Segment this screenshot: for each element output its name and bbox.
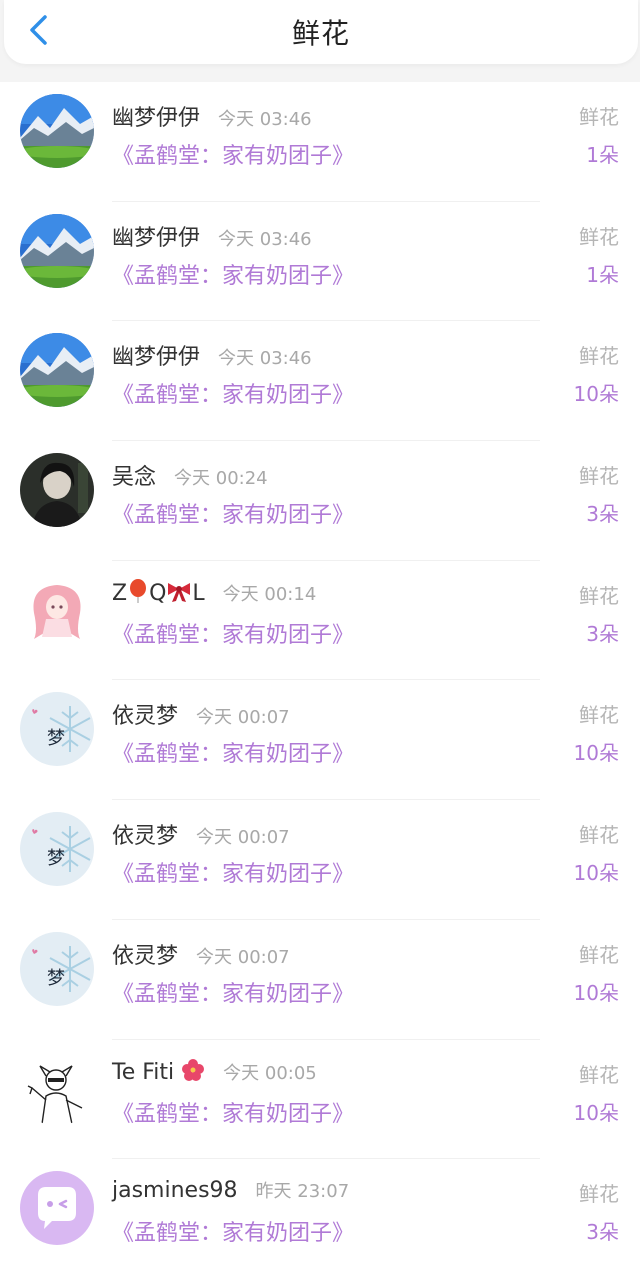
timestamp: 今天 00:07 xyxy=(196,707,290,729)
gift-count: 3朵 xyxy=(586,502,619,527)
book-title-link[interactable]: 《孟鹤堂：家有奶团子》 xyxy=(112,497,354,529)
list-item[interactable]: 吴念 今天 00:24 《孟鹤堂：家有奶团子》 鲜花 3朵 xyxy=(0,441,640,561)
book-title-link[interactable]: 《孟鹤堂：家有奶团子》 xyxy=(112,617,354,649)
mountain-avatar[interactable] xyxy=(20,213,94,288)
timestamp: 今天 03:46 xyxy=(218,109,312,130)
list-item[interactable]: 幽梦伊伊 今天 03:46 《孟鹤堂：家有奶团子》 鲜花 1朵 xyxy=(0,82,640,202)
gift-count: 1朵 xyxy=(586,262,619,287)
book-title-link[interactable]: 《孟鹤堂：家有奶团子》 xyxy=(112,138,354,170)
gift-count: 1朵 xyxy=(586,143,619,167)
timestamp: 今天 00:07 xyxy=(196,946,290,968)
book-title-link[interactable]: 《孟鹤堂：家有奶团子》 xyxy=(112,1096,354,1128)
svg-text:梦: 梦 xyxy=(47,728,65,749)
mountain-avatar[interactable] xyxy=(20,94,94,168)
gift-count: 10朵 xyxy=(573,980,619,1005)
user-name[interactable]: 吴念 今天 00:24 xyxy=(112,459,268,491)
timestamp: 今天 03:46 xyxy=(218,348,312,370)
gift-count: 10朵 xyxy=(573,1100,619,1125)
timestamp: 今天 00:24 xyxy=(174,468,268,490)
snowflake-avatar[interactable]: 梦 xyxy=(20,931,94,1006)
timestamp: 今天 00:07 xyxy=(196,827,290,849)
mountain-avatar[interactable] xyxy=(20,333,94,408)
list-item[interactable]: 幽梦伊伊 今天 03:46 《孟鹤堂：家有奶团子》 鲜花 1朵 xyxy=(0,202,640,322)
gift-type: 鲜花 xyxy=(579,105,619,129)
user-name[interactable]: 依灵梦 今天 00:07 xyxy=(112,818,290,850)
gift-type: 鲜花 xyxy=(579,1062,619,1087)
gift-count: 10朵 xyxy=(573,741,619,766)
timestamp: 昨天 23:07 xyxy=(255,1181,350,1203)
gift-count: 10朵 xyxy=(573,382,619,407)
book-title-link[interactable]: 《孟鹤堂：家有奶团子》 xyxy=(112,258,354,290)
gift-count: 3朵 xyxy=(586,621,619,646)
gift-count: 3朵 xyxy=(586,1220,619,1245)
snowflake-avatar[interactable]: 梦 xyxy=(20,812,94,887)
timestamp: 今天 00:14 xyxy=(222,583,317,605)
book-title-link[interactable]: 《孟鹤堂：家有奶团子》 xyxy=(112,856,354,888)
list-item[interactable]: 梦 依灵梦 今天 00:07 《孟鹤堂：家有奶团子》 鲜花 10朵 xyxy=(0,680,640,800)
list-item[interactable]: 梦 依灵梦 今天 00:07 《孟鹤堂：家有奶团子》 鲜花 10朵 xyxy=(0,920,640,1040)
gift-type: 鲜花 xyxy=(579,464,619,489)
anime-girl-avatar[interactable] xyxy=(20,572,94,647)
list-item[interactable]: jasmines98 昨天 23:07 《孟鹤堂：家有奶团子》 鲜花 3朵 xyxy=(0,1159,640,1261)
ribbon-bow-icon xyxy=(166,581,192,609)
svg-text:梦: 梦 xyxy=(47,848,65,869)
gift-type: 鲜花 xyxy=(579,344,619,369)
user-name[interactable]: Z Q L 今天 00:14 xyxy=(112,578,317,609)
user-name[interactable]: 幽梦伊伊 今天 03:46 xyxy=(112,100,312,132)
hibiscus-flower-icon xyxy=(181,1058,205,1088)
dark-character-avatar[interactable] xyxy=(20,453,94,528)
book-title-link[interactable]: 《孟鹤堂：家有奶团子》 xyxy=(112,1215,354,1247)
sketch-avatar[interactable] xyxy=(20,1051,94,1126)
balloon-icon xyxy=(127,578,149,609)
user-name[interactable]: 依灵梦 今天 00:07 xyxy=(112,938,290,970)
chat-bubble-avatar[interactable] xyxy=(20,1171,94,1246)
gift-type: 鲜花 xyxy=(579,1182,619,1207)
gift-list: 幽梦伊伊 今天 03:46 《孟鹤堂：家有奶团子》 鲜花 1朵 幽梦伊伊 今天 03… xyxy=(0,82,640,1261)
timestamp: 今天 03:46 xyxy=(218,228,312,250)
list-item[interactable]: 幽梦伊伊 今天 03:46 《孟鹤堂：家有奶团子》 鲜花 10朵 xyxy=(0,321,640,441)
gift-type: 鲜花 xyxy=(579,942,619,967)
snowflake-avatar[interactable]: 梦 xyxy=(20,692,94,767)
header: 鲜花 xyxy=(4,0,638,64)
gift-count: 10朵 xyxy=(573,861,619,886)
svg-text:梦: 梦 xyxy=(47,968,65,989)
user-name[interactable]: 幽梦伊伊 今天 03:46 xyxy=(112,339,312,371)
user-name[interactable]: Te Fiti 今天 00:05 xyxy=(112,1058,317,1088)
gift-type: 鲜花 xyxy=(579,703,619,728)
book-title-link[interactable]: 《孟鹤堂：家有奶团子》 xyxy=(112,377,354,409)
gift-type: 鲜花 xyxy=(579,823,619,848)
book-title-link[interactable]: 《孟鹤堂：家有奶团子》 xyxy=(112,976,354,1008)
gift-type: 鲜花 xyxy=(579,583,619,608)
timestamp: 今天 00:05 xyxy=(223,1062,317,1084)
list-item[interactable]: 梦 依灵梦 今天 00:07 《孟鹤堂：家有奶团子》 鲜花 10朵 xyxy=(0,800,640,920)
user-name[interactable]: 幽梦伊伊 今天 03:46 xyxy=(112,220,312,252)
page-title: 鲜花 xyxy=(291,17,350,50)
list-item[interactable]: Z Q L 今天 00:14 《孟鹤堂：家有奶团子》 鲜花 3朵 xyxy=(0,561,640,681)
gift-type: 鲜花 xyxy=(579,224,619,249)
user-name[interactable]: jasmines98 昨天 23:07 xyxy=(112,1177,349,1203)
user-name[interactable]: 依灵梦 今天 00:07 xyxy=(112,698,290,730)
book-title-link[interactable]: 《孟鹤堂：家有奶团子》 xyxy=(112,736,354,768)
list-item[interactable]: Te Fiti 今天 00:05 《孟鹤堂：家有奶团子》 鲜花 10朵 xyxy=(0,1040,640,1160)
